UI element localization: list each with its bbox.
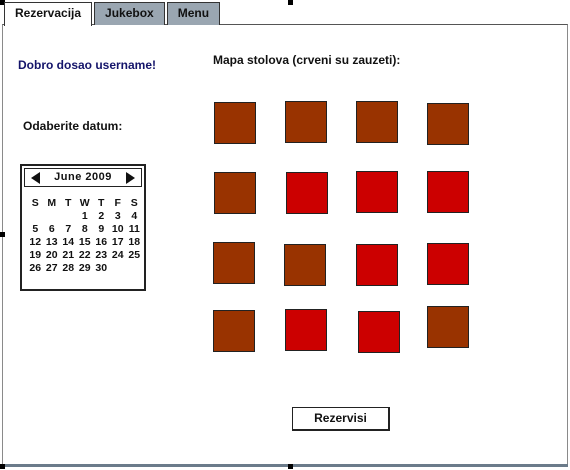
prev-month-icon[interactable] (31, 172, 40, 184)
table-free[interactable] (356, 101, 398, 143)
calendar-day[interactable]: 22 (77, 249, 94, 262)
calendar-day[interactable]: 30 (93, 262, 110, 275)
calendar-day[interactable]: 28 (60, 262, 77, 275)
table-occupied[interactable] (427, 171, 469, 213)
calendar-day[interactable]: 2 (93, 210, 110, 223)
weekday-header: S (130, 197, 138, 209)
calendar-month-label: June 2009 (54, 171, 112, 183)
calendar-empty-cell (126, 262, 143, 275)
calendar-day[interactable]: 4 (126, 210, 143, 223)
weekday-header: W (79, 197, 90, 209)
calendar-day[interactable]: 11 (126, 223, 143, 236)
calendar-day[interactable]: 6 (44, 223, 61, 236)
next-month-icon[interactable] (126, 172, 135, 184)
calendar-day[interactable]: 5 (27, 223, 44, 236)
tab-jukebox[interactable]: Jukebox (94, 2, 165, 25)
tab-menu[interactable]: Menu (166, 2, 221, 25)
table-free[interactable] (213, 310, 255, 352)
resize-handle[interactable] (288, 464, 293, 469)
calendar-day[interactable]: 15 (77, 236, 94, 249)
tab-rezervacija[interactable]: Rezervacija (4, 2, 93, 26)
calendar-day[interactable]: 12 (27, 236, 44, 249)
table-occupied[interactable] (286, 172, 328, 214)
table-occupied[interactable] (356, 171, 398, 213)
calendar-day[interactable]: 1 (77, 210, 94, 223)
table-free[interactable] (284, 244, 326, 286)
weekday-header: F (114, 197, 121, 209)
table-free[interactable] (214, 102, 256, 144)
frame-bottom-bar (2, 464, 568, 467)
calendar-day[interactable]: 14 (60, 236, 77, 249)
calendar-day[interactable]: 25 (126, 249, 143, 262)
calendar-empty-cell (44, 210, 61, 223)
table-free[interactable] (285, 101, 327, 143)
calendar-day[interactable]: 26 (27, 262, 44, 275)
calendar-day[interactable]: 8 (77, 223, 94, 236)
table-free[interactable] (427, 306, 469, 348)
calendar-day[interactable]: 17 (110, 236, 127, 249)
calendar-grid: S M T W T F S 1 2 3 4 5 6 7 8 9 10 11 12 13 14 15 16 17 18 19 20 21… (27, 197, 143, 275)
calendar-empty-cell (60, 210, 77, 223)
reserve-button[interactable]: Rezervisi (292, 407, 390, 431)
calendar-header: June 2009 (24, 168, 142, 187)
calendar-day[interactable]: 24 (110, 249, 127, 262)
calendar-empty-cell (27, 210, 44, 223)
table-occupied[interactable] (358, 311, 400, 353)
calendar-empty-cell (110, 262, 127, 275)
calendar-day[interactable]: 10 (110, 223, 127, 236)
calendar-day[interactable]: 20 (44, 249, 61, 262)
weekday-header: T (98, 197, 105, 209)
table-map-title: Mapa stolova (crveni su zauzeti): (213, 53, 401, 67)
calendar-day[interactable]: 16 (93, 236, 110, 249)
table-occupied[interactable] (356, 244, 398, 286)
calendar-day[interactable]: 23 (93, 249, 110, 262)
welcome-message: Dobro dosao username! (18, 58, 157, 72)
calendar-day[interactable]: 18 (126, 236, 143, 249)
resize-handle[interactable] (288, 0, 293, 5)
tab-bar: Rezervacija Jukebox Menu (4, 2, 222, 26)
calendar-day[interactable]: 19 (27, 249, 44, 262)
calendar-day[interactable]: 27 (44, 262, 61, 275)
calendar: June 2009 S M T W T F S 1 2 3 4 5 6 7 8 9 10 11 12 13 14 15 16… (20, 164, 146, 291)
calendar-day[interactable]: 3 (110, 210, 127, 223)
calendar-day[interactable]: 7 (60, 223, 77, 236)
calendar-day[interactable]: 9 (93, 223, 110, 236)
weekday-header: S (31, 197, 39, 209)
table-occupied[interactable] (427, 243, 469, 285)
weekday-header: M (47, 197, 57, 209)
date-label: Odaberite datum: (23, 119, 123, 133)
calendar-day[interactable]: 21 (60, 249, 77, 262)
table-free[interactable] (213, 242, 255, 284)
table-free[interactable] (427, 103, 469, 145)
resize-handle[interactable] (0, 464, 5, 469)
table-free[interactable] (214, 172, 256, 214)
weekday-header: T (65, 197, 72, 209)
calendar-day[interactable]: 29 (77, 262, 94, 275)
table-occupied[interactable] (285, 309, 327, 351)
resize-handle[interactable] (0, 232, 5, 237)
calendar-day[interactable]: 13 (44, 236, 61, 249)
